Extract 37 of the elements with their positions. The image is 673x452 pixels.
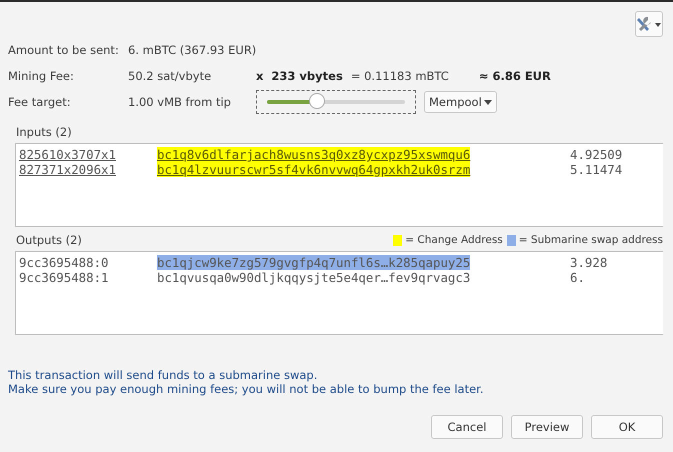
input-amount: 4.92509 [570, 147, 624, 162]
tx-size: 233 vbytes [271, 69, 343, 83]
output-outpoint: 9cc3695488:1 [19, 270, 110, 285]
mining-fee-label: Mining Fee: [8, 69, 75, 83]
input-address-link[interactable]: bc1q4lzvuurscwr5sf4vk6nvvwq64gpxkh2uk0srzm [157, 162, 470, 177]
fee-method-dropdown[interactable]: Mempool [424, 91, 497, 113]
slider-thumb[interactable] [308, 93, 325, 109]
caret-icon [484, 100, 492, 104]
tools-icon [636, 15, 662, 33]
amount-value: 6. mBTC (367.93 EUR) [128, 43, 256, 57]
fee-rate: 50.2 sat/vbyte [128, 69, 212, 83]
outputs-title: Outputs (2) [16, 233, 82, 247]
multiply-sign: x [256, 69, 264, 83]
legend-label: = Submarine swap address [518, 234, 663, 246]
input-outpoint-link[interactable]: 827371x2096x1 [19, 162, 157, 177]
tools-menu-button[interactable] [635, 11, 663, 37]
dialog-button[interactable]: Preview [511, 415, 583, 439]
fee-amount: = 0.11183 mBTC [350, 69, 450, 83]
legend-label: = Change Address [405, 234, 503, 246]
input-outpoint-link[interactable]: 825610x3707x1 [19, 147, 157, 162]
amount-label: Amount to be sent: [8, 43, 120, 57]
fee-target-label: Fee target: [8, 95, 72, 109]
warning-message: Make sure you pay enough mining fees; you will not be able to bump the fee later. [8, 382, 485, 396]
input-address-link[interactable]: bc1q8v6dlfarjach8wusns3q0xz8ycxpz95xswmqu6 [157, 147, 470, 162]
warning-message: This transaction will send funds to a submarine swap. [8, 368, 318, 382]
fee-target-value: 1.00 vMB from tip [128, 95, 232, 109]
output-amount: 3.928 [570, 255, 608, 270]
fee-fiat: ≈ 6.86 EUR [478, 69, 551, 83]
inputs-title: Inputs (2) [16, 125, 73, 139]
output-outpoint: 9cc3695488:0 [19, 255, 110, 270]
dialog-button[interactable]: Cancel [431, 415, 503, 439]
input-amount: 5.11474 [570, 162, 624, 177]
fee-slider[interactable] [256, 90, 416, 114]
output-address: bc1qjcw9ke7zg579gvgfp4q7unfl6s…k285qapuy25 [157, 255, 470, 270]
output-address: bc1qvusqa0w90dljkqqysjte5e4qer…fev9qrvagc3 [157, 270, 470, 285]
dialog-button[interactable]: OK [591, 415, 663, 439]
output-amount: 6. [570, 270, 586, 285]
